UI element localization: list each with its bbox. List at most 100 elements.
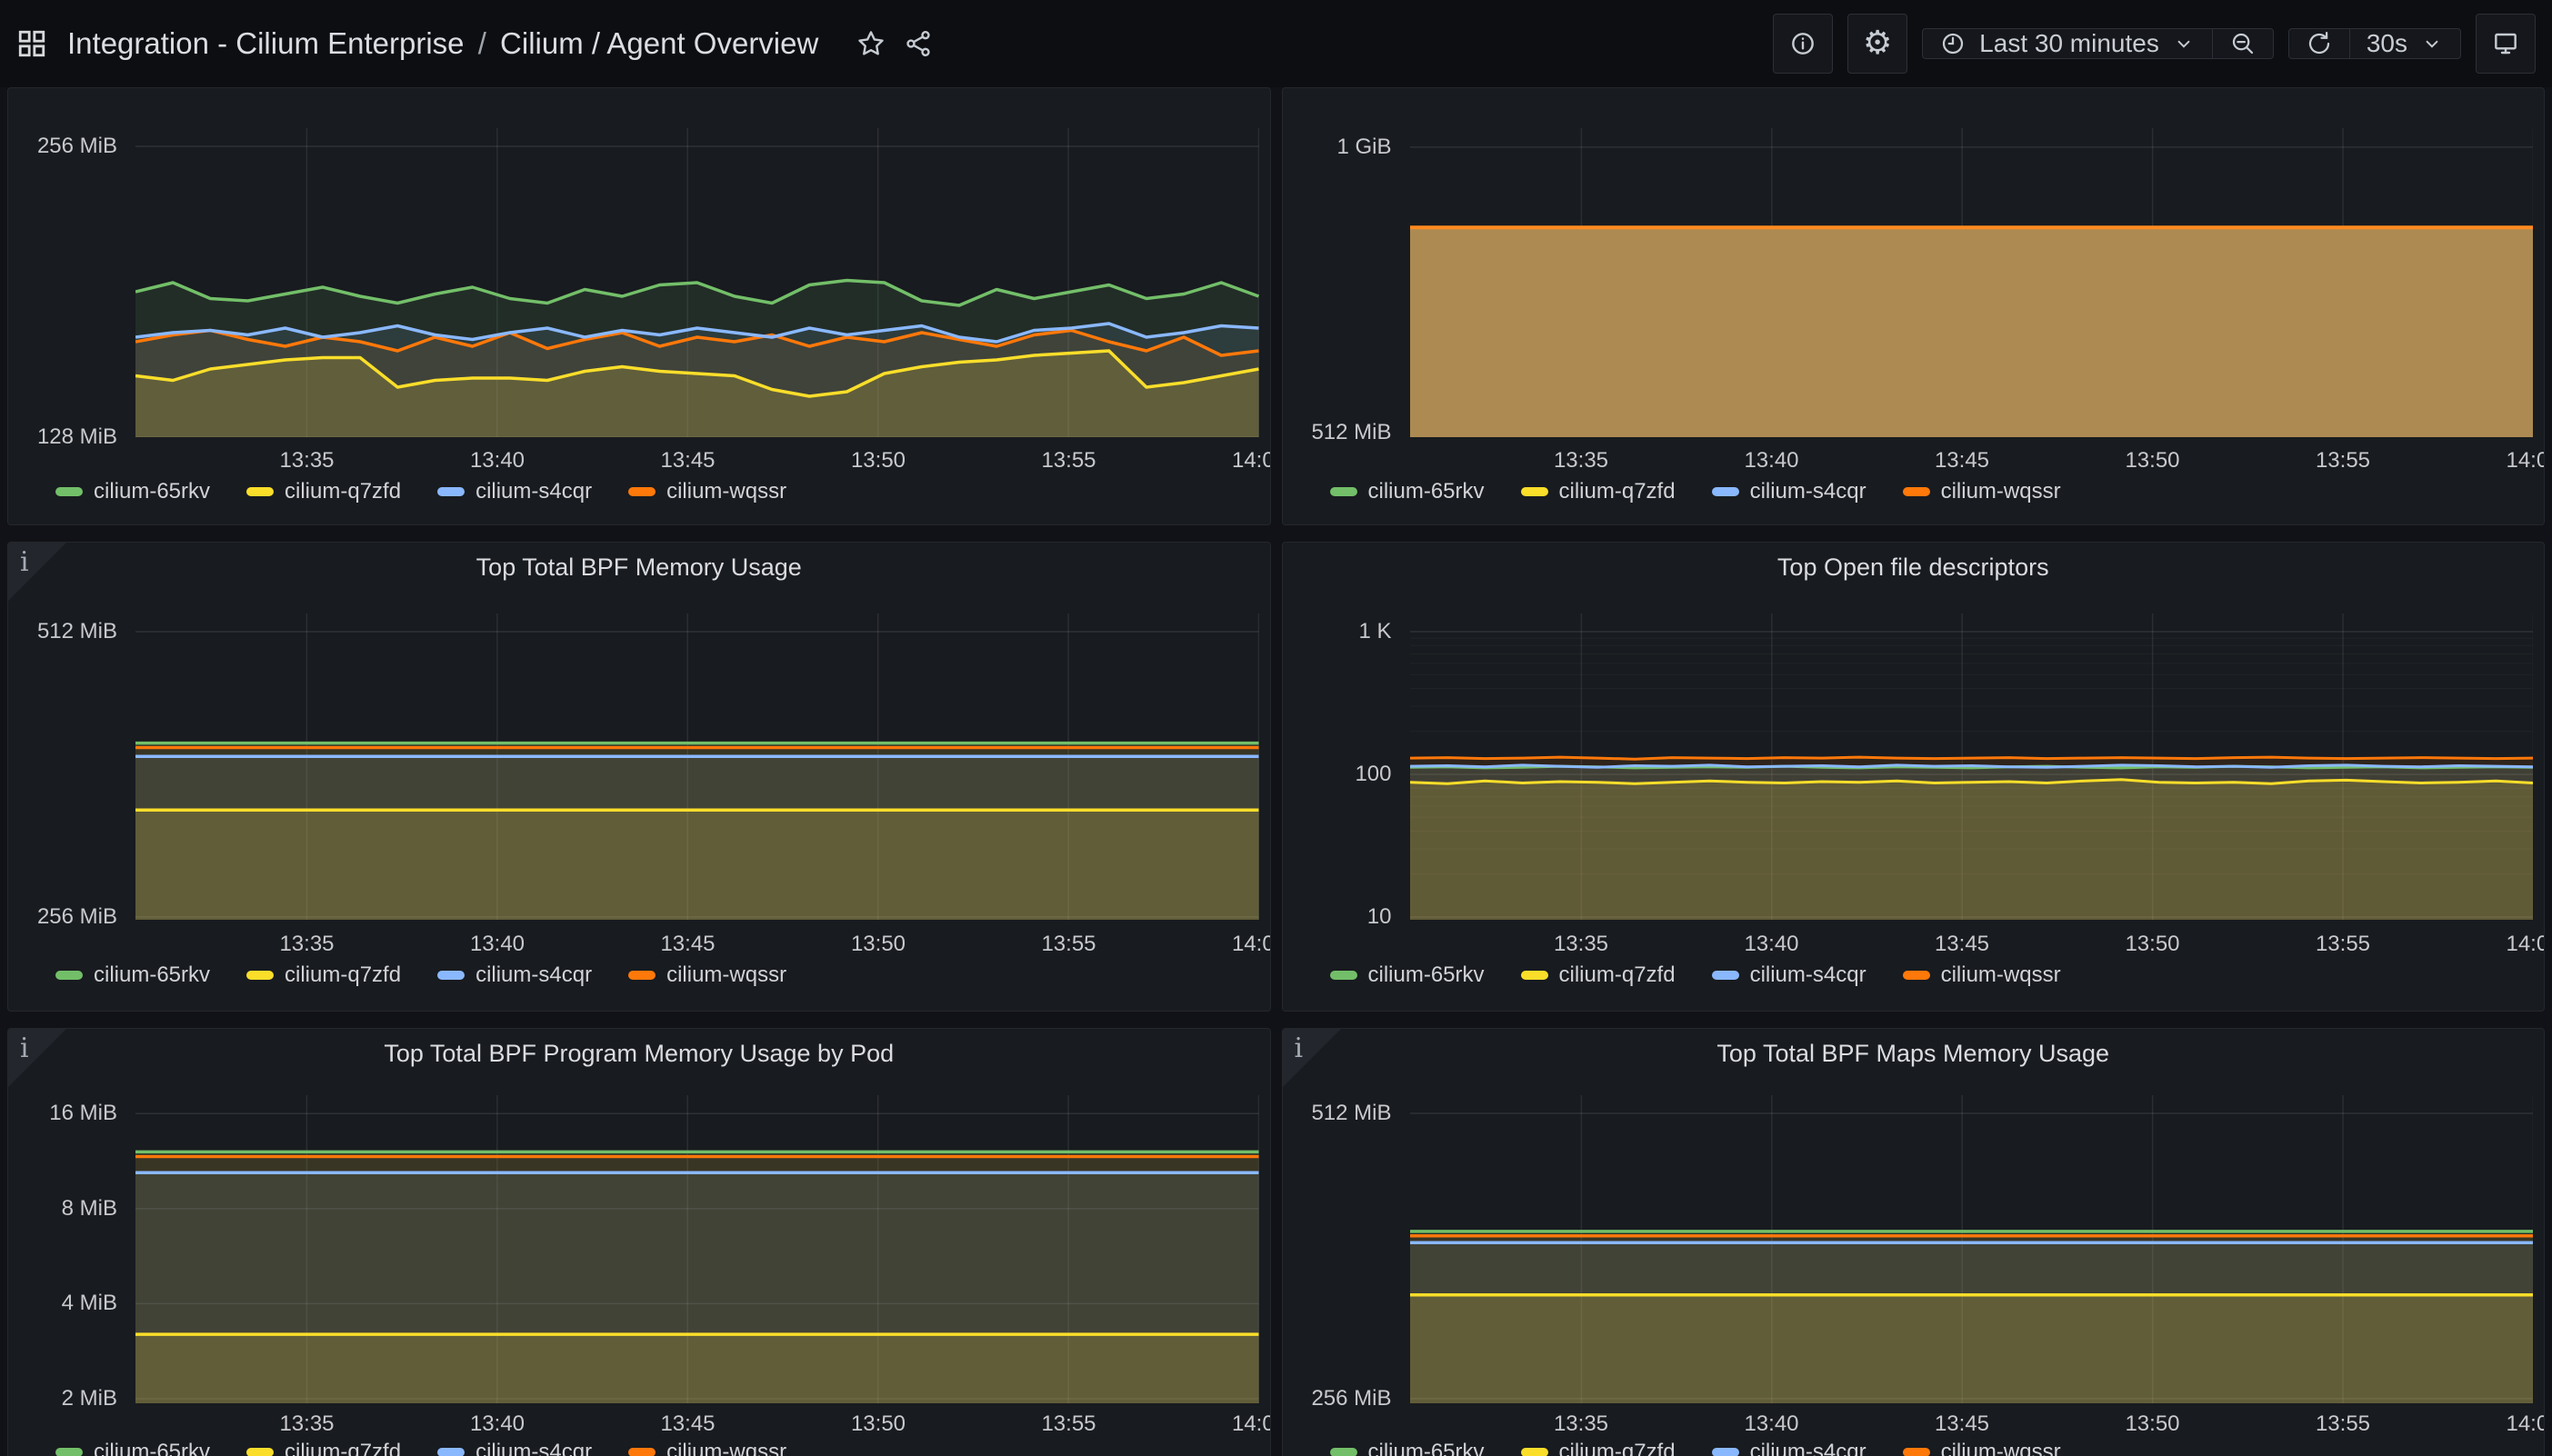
legend-item-cilium-q7zfd[interactable]: cilium-q7zfd xyxy=(246,1440,401,1456)
y-axis: 16 MiB8 MiB4 MiB2 MiB xyxy=(8,1029,123,1456)
chart-canvas-memory-per-pod[interactable] xyxy=(135,128,1259,437)
legend-item-cilium-wqssr[interactable]: cilium-wqssr xyxy=(1903,962,2061,988)
x-axis-label: 13:50 xyxy=(2088,448,2216,474)
chart-canvas-bpf-maps-memory[interactable] xyxy=(1410,1095,2534,1403)
x-axis-label: 13:40 xyxy=(1707,448,1835,474)
legend-item-cilium-q7zfd[interactable]: cilium-q7zfd xyxy=(1521,962,1676,988)
x-axis-label: 13:35 xyxy=(1517,1411,1645,1437)
legend: cilium-65rkv cilium-q7zfd cilium-s4cqr cili… xyxy=(55,1440,786,1456)
star-icon[interactable] xyxy=(856,29,886,58)
chart-canvas-open-fds[interactable] xyxy=(1410,613,2534,920)
legend-swatch xyxy=(1330,971,1357,980)
legend: cilium-65rkv cilium-q7zfd cilium-s4cqr cili… xyxy=(55,962,786,988)
legend-label: cilium-q7zfd xyxy=(1559,1440,1676,1456)
x-axis: 13:3513:4013:4513:5013:5514:00 xyxy=(135,932,1259,962)
legend-swatch xyxy=(1903,971,1930,980)
legend-item-cilium-65rkv[interactable]: cilium-65rkv xyxy=(1330,479,1485,504)
panel-title[interactable]: Top Total BPF Program Memory Usage by Po… xyxy=(8,1040,1270,1068)
tv-mode-button[interactable] xyxy=(2476,14,2536,74)
dashboard-info-button[interactable] xyxy=(1773,14,1833,74)
legend-item-cilium-s4cqr[interactable]: cilium-s4cqr xyxy=(1712,962,1866,988)
dashboard-settings-button[interactable]: ⚙ xyxy=(1847,14,1907,74)
chart-canvas-memory-limit[interactable] xyxy=(1410,128,2534,437)
panel-title[interactable]: Top Total BPF Maps Memory Usage xyxy=(1283,1040,2545,1068)
breadcrumb-dashboard-title[interactable]: Integration - Cilium Enterprise xyxy=(67,26,465,60)
chart-canvas-bpf-program-memory[interactable] xyxy=(135,1095,1259,1403)
panel-top-total-bpf-maps-memory: i Top Total BPF Maps Memory Usage 512 Mi… xyxy=(1282,1028,2546,1456)
legend-label: cilium-s4cqr xyxy=(1750,479,1866,504)
legend-label: cilium-s4cqr xyxy=(1750,962,1866,988)
legend-item-cilium-q7zfd[interactable]: cilium-q7zfd xyxy=(246,962,401,988)
legend-label: cilium-s4cqr xyxy=(475,1440,592,1456)
legend-item-cilium-wqssr[interactable]: cilium-wqssr xyxy=(628,962,786,988)
legend-item-cilium-65rkv[interactable]: cilium-65rkv xyxy=(55,962,210,988)
legend-swatch xyxy=(628,487,656,496)
breadcrumb-separator: / xyxy=(473,26,492,60)
legend: cilium-65rkv cilium-q7zfd cilium-s4cqr cili… xyxy=(1330,479,2061,504)
legend-swatch xyxy=(1712,487,1739,496)
legend-item-cilium-65rkv[interactable]: cilium-65rkv xyxy=(55,1440,210,1456)
x-axis-label: 13:35 xyxy=(243,932,370,957)
legend-swatch xyxy=(437,971,465,980)
legend-swatch xyxy=(246,487,274,496)
dashboard-header: Integration - Cilium Enterprise / Cilium… xyxy=(0,0,2552,87)
legend-swatch xyxy=(437,1448,465,1456)
legend-label: cilium-q7zfd xyxy=(1559,479,1676,504)
legend-label: cilium-wqssr xyxy=(666,962,786,988)
legend-item-cilium-65rkv[interactable]: cilium-65rkv xyxy=(1330,962,1485,988)
info-icon: i xyxy=(20,1032,29,1064)
legend-item-cilium-s4cqr[interactable]: cilium-s4cqr xyxy=(1712,479,1866,504)
legend-item-cilium-q7zfd[interactable]: cilium-q7zfd xyxy=(1521,479,1676,504)
x-axis-label: 13:55 xyxy=(1005,1411,1132,1437)
panel-info-corner[interactable] xyxy=(8,1029,66,1087)
zoom-out-icon xyxy=(2229,30,2257,57)
legend-item-cilium-wqssr[interactable]: cilium-wqssr xyxy=(628,1440,786,1456)
legend-item-cilium-s4cqr[interactable]: cilium-s4cqr xyxy=(437,1440,592,1456)
refresh-button[interactable] xyxy=(2289,29,2349,58)
legend-label: cilium-wqssr xyxy=(1941,962,2061,988)
y-axis-label: 2 MiB xyxy=(8,1386,117,1411)
legend-item-cilium-s4cqr[interactable]: cilium-s4cqr xyxy=(1712,1440,1866,1456)
chart-canvas-bpf-memory[interactable] xyxy=(135,613,1259,920)
x-axis-label: 13:50 xyxy=(2088,1411,2216,1437)
legend-item-cilium-wqssr[interactable]: cilium-wqssr xyxy=(628,479,786,504)
x-axis-label: 13:40 xyxy=(434,932,561,957)
y-axis-label: 256 MiB xyxy=(8,134,117,159)
legend-item-cilium-s4cqr[interactable]: cilium-s4cqr xyxy=(437,962,592,988)
legend-item-cilium-q7zfd[interactable]: cilium-q7zfd xyxy=(1521,1440,1676,1456)
x-axis-label: 13:45 xyxy=(1898,448,2026,474)
time-range-label: Last 30 minutes xyxy=(1979,29,2159,58)
refresh-interval-picker[interactable]: 30s xyxy=(2349,29,2460,58)
legend-swatch xyxy=(1521,971,1548,980)
breadcrumb-sub-title[interactable]: Cilium / Agent Overview xyxy=(500,26,818,60)
legend-item-cilium-s4cqr[interactable]: cilium-s4cqr xyxy=(437,479,592,504)
x-axis-label: 13:45 xyxy=(624,448,751,474)
legend-swatch xyxy=(1903,1448,1930,1456)
panel-title[interactable]: Top Total BPF Memory Usage xyxy=(8,553,1270,582)
panel-title[interactable]: Top Open file descriptors xyxy=(1283,553,2545,582)
legend-swatch xyxy=(55,971,83,980)
x-axis-label: 13:50 xyxy=(2088,932,2216,957)
legend-swatch xyxy=(1712,1448,1739,1456)
share-icon[interactable] xyxy=(904,29,933,58)
legend-swatch xyxy=(628,1448,656,1456)
legend-item-cilium-65rkv[interactable]: cilium-65rkv xyxy=(1330,1440,1485,1456)
y-axis-label: 4 MiB xyxy=(8,1291,117,1316)
legend-item-cilium-wqssr[interactable]: cilium-wqssr xyxy=(1903,1440,2061,1456)
legend-label: cilium-65rkv xyxy=(1368,1440,1485,1456)
x-axis-label: 13:55 xyxy=(1005,448,1132,474)
panel-info-corner[interactable] xyxy=(1283,1029,1341,1087)
legend-item-cilium-65rkv[interactable]: cilium-65rkv xyxy=(55,479,210,504)
x-axis-label: 13:45 xyxy=(624,1411,751,1437)
info-icon: i xyxy=(1295,1032,1304,1064)
time-range-picker[interactable]: Last 30 minutes xyxy=(1923,29,2212,58)
apps-grid-icon[interactable] xyxy=(16,28,47,59)
legend-item-cilium-q7zfd[interactable]: cilium-q7zfd xyxy=(246,479,401,504)
x-axis-label: 13:35 xyxy=(1517,448,1645,474)
legend-item-cilium-wqssr[interactable]: cilium-wqssr xyxy=(1903,479,2061,504)
legend-swatch xyxy=(1330,1448,1357,1456)
zoom-out-time-button[interactable] xyxy=(2212,29,2273,58)
panel-top-open-file-descriptors: Top Open file descriptors 1 K10010 13:35… xyxy=(1282,542,2546,1012)
panel-info-corner[interactable] xyxy=(8,543,66,601)
chevron-down-icon xyxy=(2172,32,2196,55)
